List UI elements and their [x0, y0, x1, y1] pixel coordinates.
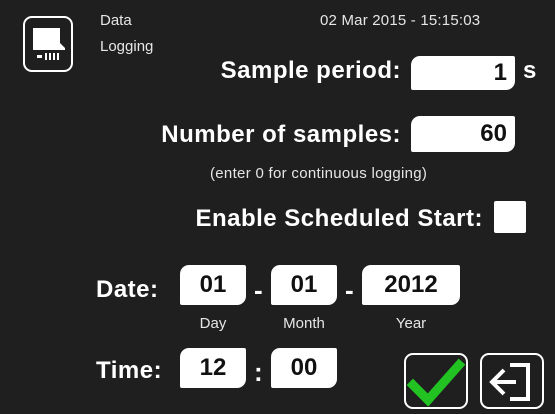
date-separator-1: - [254, 275, 263, 305]
scheduled-start-label: Enable Scheduled Start: [195, 205, 483, 232]
sd-card-icon [33, 28, 65, 64]
time-separator: : [254, 357, 263, 387]
date-year-input[interactable]: 2012 [362, 265, 460, 305]
data-logging-button[interactable] [23, 16, 73, 72]
sample-period-input[interactable]: 1 [411, 56, 515, 90]
time-minute-input[interactable]: 00 [271, 348, 337, 388]
year-label: Year [395, 315, 427, 332]
date-day-input[interactable]: 01 [180, 265, 246, 305]
num-samples-input[interactable]: 60 [411, 116, 515, 152]
sample-period-unit: s [523, 57, 537, 84]
num-samples-hint: (enter 0 for continuous logging) [210, 165, 428, 182]
exit-icon [489, 363, 530, 401]
exit-button[interactable] [480, 353, 544, 409]
day-label: Day [199, 315, 227, 332]
date-month-input[interactable]: 01 [271, 265, 337, 305]
time-hour-input[interactable]: 12 [180, 348, 246, 388]
sample-period-label: Sample period: [220, 57, 401, 84]
checkmark-icon [406, 358, 466, 407]
screen-title-line1: Data [100, 12, 132, 29]
date-label: Date: [96, 276, 159, 303]
month-label: Month [283, 315, 325, 332]
time-label: Time: [96, 357, 163, 384]
num-samples-label: Number of samples: [161, 121, 401, 148]
timestamp: 02 Mar 2015 - 15:15:03 [320, 12, 481, 29]
screen-title-line2: Logging [100, 38, 154, 55]
confirm-button[interactable] [404, 353, 468, 409]
scheduled-start-checkbox[interactable] [494, 201, 526, 233]
date-separator-2: - [345, 275, 354, 305]
